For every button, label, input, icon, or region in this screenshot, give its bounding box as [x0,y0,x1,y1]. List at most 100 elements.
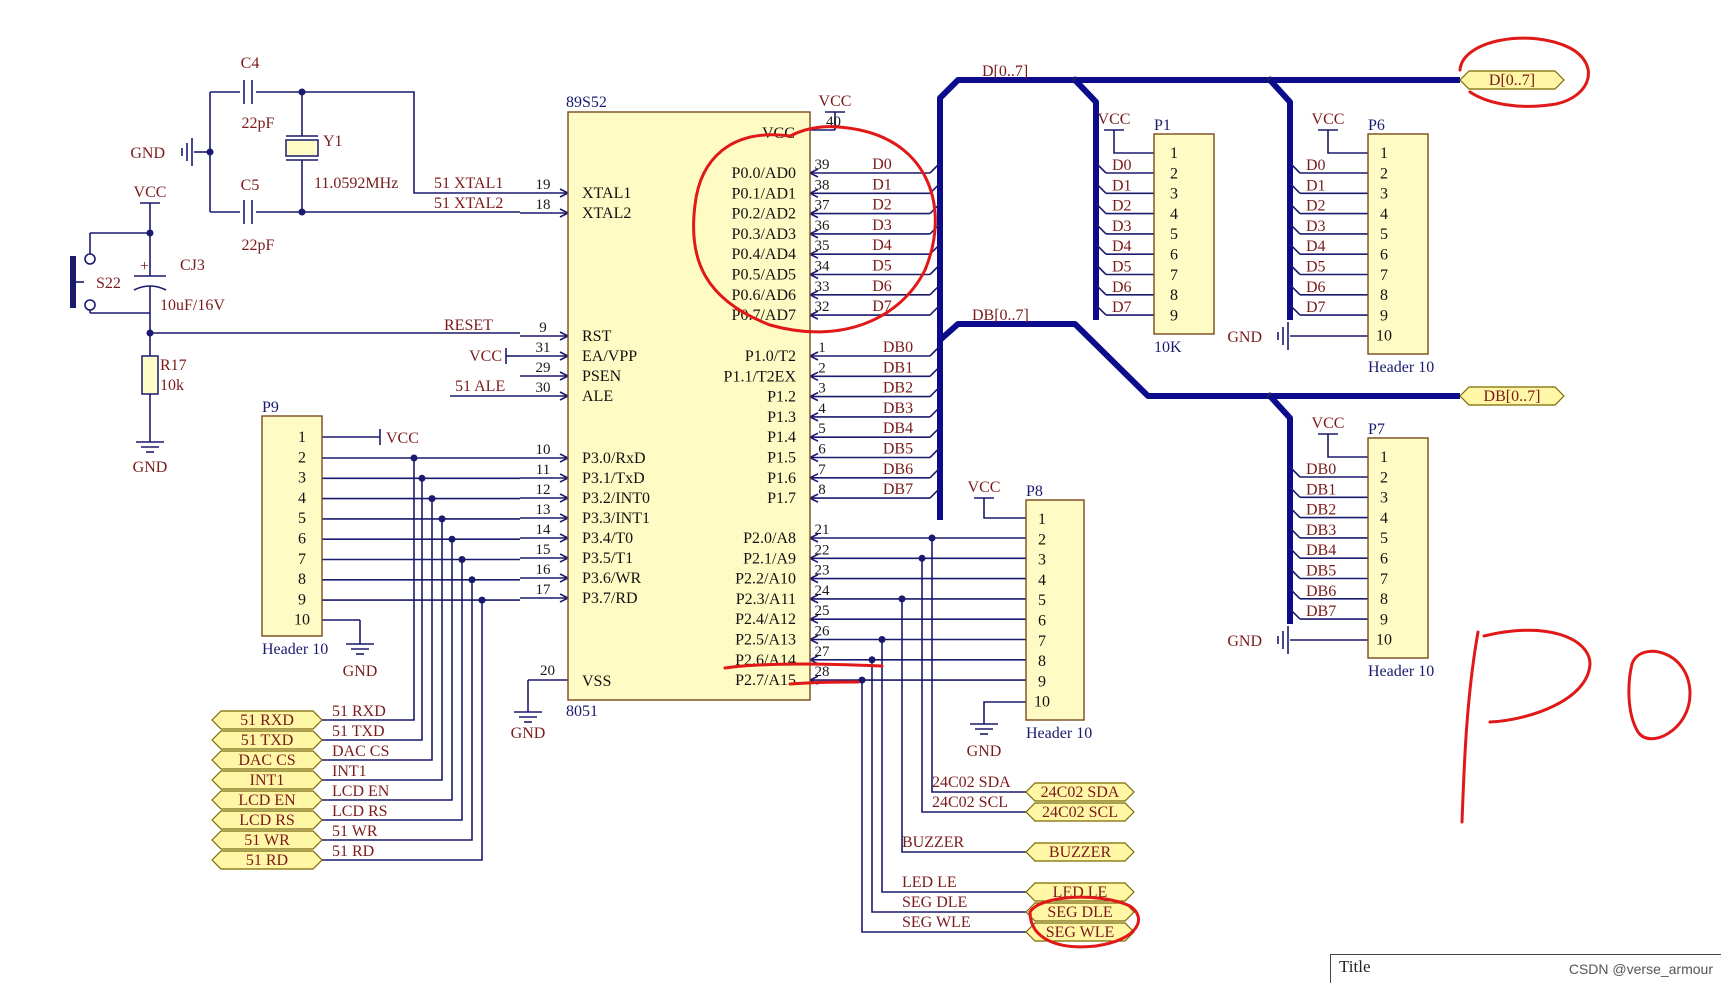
p9-gnd-sym [346,632,374,655]
d-fan-label: D5 [872,258,892,275]
p9-gnd-label: GND [343,663,378,680]
d-bus-label: D[0..7] [982,63,1028,80]
port2-pin-name: P2.7/A15 [735,672,796,689]
mcu-pin-name: P3.2/INT0 [582,490,650,507]
p3-wire-label: 51 TXD [332,723,385,740]
cj3-polarity: + [140,258,149,275]
p7-vcc: VCC [1312,415,1345,432]
p1-net-label: D6 [1112,279,1132,296]
p6-pin-num: 3 [1380,186,1388,203]
ink-letter-p [1460,628,1592,824]
p1-vcc-wire [1113,148,1154,154]
db-fan-label: DB0 [883,339,913,356]
port0-pin-name: P0.1/AD1 [732,185,796,202]
p7-net-label: DB0 [1306,461,1336,478]
db-fan-label: DB7 [883,481,913,498]
mcu-pin-name: P3.3/INT1 [582,510,650,527]
p3-net-port-label: LCD RS [239,812,295,829]
cj3-value: 10uF/16V [160,297,225,314]
p3-net-port-label: 51 RXD [240,712,294,729]
p9-name: Header 10 [262,641,328,658]
p2-net-port-label: SEG WLE [1046,924,1115,941]
port0-pin-num: 33 [815,279,830,295]
mcu-pin-name: P3.5/T1 [582,550,633,567]
p7-vcc-wire [1327,452,1368,458]
port2-pin-name: P2.5/A13 [735,632,796,649]
d-fan-label: D4 [872,237,892,254]
mcu-part-label: 89S52 [566,94,607,111]
port1-pin-name: P1.7 [767,490,796,507]
ea-vcc-label: VCC [469,348,502,365]
p3-net-port-label: INT1 [250,772,285,789]
r17-ref: R17 [160,357,187,374]
p7-pin-num: 1 [1380,449,1388,466]
p6-net-label: D5 [1306,259,1326,276]
reset-vcc: VCC [134,184,167,201]
port2-pin-name: P2.3/A11 [736,591,796,608]
osc-gnd [181,138,193,166]
port1-pin-num: 1 [818,340,826,356]
p7-pin-num: 9 [1380,611,1388,628]
port1-pin-num: 5 [818,421,826,437]
p1-ref: P1 [1154,117,1171,134]
mcu-pin-name: RST [582,328,612,345]
mcu-pin-name: P3.4/T0 [582,530,633,547]
p7-net-label: DB6 [1306,583,1336,600]
p9-pin-num: 10 [294,612,310,629]
p3-branch [322,559,463,821]
reset-gnd-label: GND [133,459,168,476]
mcu-pin-num: 30 [536,380,551,396]
c4-ref: C4 [241,55,260,72]
p7-pin-num: 4 [1380,510,1388,527]
port0-pin-name: P0.3/AD3 [732,226,796,243]
port1-pin-name: P1.4 [767,429,796,446]
port1-pin-name: P1.0/T2 [745,348,796,365]
p2-branch [881,639,1026,893]
p6-net-label: D6 [1306,279,1326,296]
p7-ref: P7 [1368,421,1385,438]
vss-gnd-label: GND [511,725,546,742]
s22-contact [84,253,96,265]
port2-pin-name: P2.0/A8 [743,530,796,547]
credit-watermark: CSDN @verse_armour [1568,961,1713,977]
port2-pin-num: 26 [815,624,831,640]
title-block: Title CSDN @verse_armour [1330,954,1721,983]
p3-wire-label: 51 RXD [332,703,386,720]
port0-pin-name: P0.2/AD2 [732,206,796,223]
p7-header [1367,437,1429,659]
p7-net-label: DB7 [1306,603,1336,620]
p2-wire-label: 24C02 SCL [932,794,1008,811]
p9-header [261,415,323,637]
p1-net-label: D0 [1112,157,1132,174]
p8-vcc-wire [983,516,1026,519]
p1-pin-num: 5 [1170,226,1178,243]
port0-pin-num: 37 [815,198,831,214]
p6-gnd-label: GND [1227,329,1262,346]
p8-ref: P8 [1026,483,1043,500]
port0-pin-num: 32 [815,299,830,315]
mcu-pin-num: 12 [536,482,551,498]
ink-underline-p27 [788,680,860,686]
p7-pin-num: 5 [1380,530,1388,547]
p7-gnd [1277,626,1289,654]
net-xtal1: 51 XTAL1 [434,175,503,192]
reset-gnd [136,430,164,453]
p7-pin-num: 8 [1380,591,1388,608]
p3-net-port-label: LCD EN [238,792,296,809]
c5-ref: C5 [241,177,260,194]
p3-wire-label: LCD RS [332,803,388,820]
net-xtal2: 51 XTAL2 [434,195,503,212]
p9-pin-num: 8 [298,571,306,588]
p7-pin-num: 3 [1380,490,1388,507]
p1-net-label: D1 [1112,177,1132,194]
p6-vcc: VCC [1312,111,1345,128]
p1-bus-branch [1072,77,1099,320]
port0-pin-num: 34 [815,259,831,275]
port2-pin-num: 25 [815,603,830,619]
p7-pin-num: 7 [1380,571,1388,588]
p7-net-label: DB3 [1306,522,1336,539]
mcu-vcc-label: VCC [819,93,852,110]
p1-net-label: D3 [1112,218,1132,235]
p7-bus-branch [1267,393,1293,624]
p7-gnd-label: GND [1227,633,1262,650]
